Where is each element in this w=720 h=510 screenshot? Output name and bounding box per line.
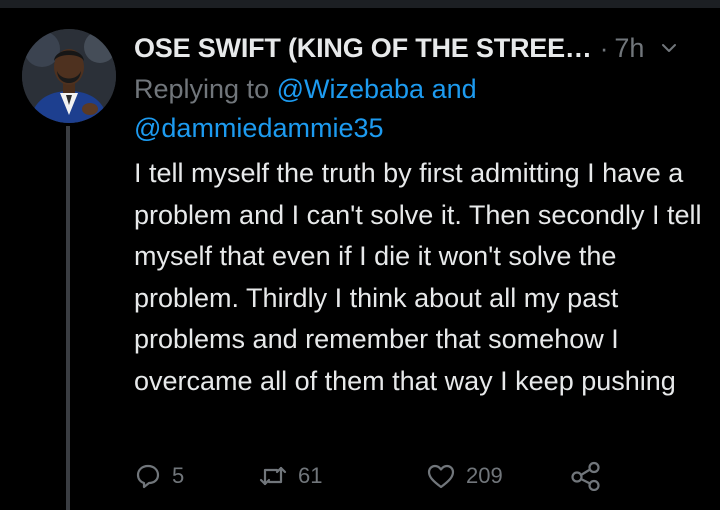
chevron-down-icon[interactable] [658, 37, 680, 59]
top-divider [0, 0, 720, 8]
like-button[interactable]: 209 [426, 456, 503, 496]
replying-prefix: Replying to [134, 74, 277, 104]
tweet-actions: 5 61 209 [134, 456, 614, 496]
heart-icon [426, 462, 456, 490]
separator-dot: · [599, 32, 609, 63]
display-name[interactable]: OSE SWIFT (KING OF THE STREE… [134, 33, 592, 64]
reply-joiner: and [424, 74, 477, 104]
tweet-header: OSE SWIFT (KING OF THE STREE… · 7h [134, 30, 704, 66]
timestamp[interactable]: 7h [614, 33, 644, 64]
reply-handle-dammiedammie35[interactable]: @dammiedammie35 [134, 113, 384, 143]
reply-count: 5 [172, 463, 185, 488]
replying-to: Replying to @Wizebaba and @dammiedammie3… [134, 70, 694, 148]
retweet-icon [258, 462, 288, 490]
share-button[interactable] [570, 456, 602, 496]
avatar-image [22, 29, 116, 123]
retweet-button[interactable]: 61 [258, 456, 322, 496]
reply-icon [134, 462, 162, 490]
tweet-text: I tell myself the truth by first admitti… [134, 158, 702, 396]
reply-handle-wizebaba[interactable]: @Wizebaba [277, 74, 424, 104]
avatar[interactable] [22, 29, 116, 123]
like-count: 209 [466, 463, 503, 488]
share-icon [570, 461, 602, 491]
retweet-count: 61 [298, 463, 323, 488]
thread-line [66, 126, 70, 510]
reply-button[interactable]: 5 [134, 456, 184, 496]
